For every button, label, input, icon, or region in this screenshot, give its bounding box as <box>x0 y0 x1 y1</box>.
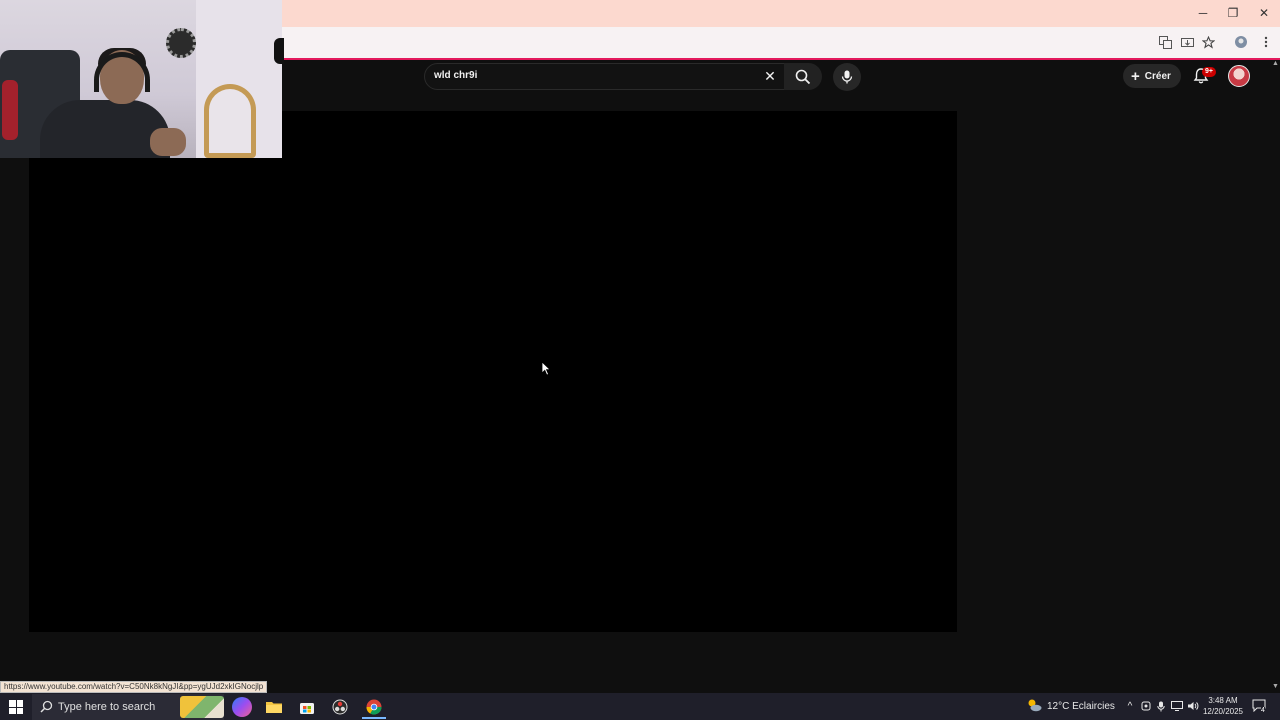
search-button[interactable] <box>784 63 822 90</box>
close-window-button[interactable]: ✕ <box>1249 4 1279 22</box>
minimize-button[interactable]: ─ <box>1188 4 1218 22</box>
microphone-tray-icon[interactable] <box>1155 701 1167 713</box>
clock-date: 12/20/2025 <box>1202 707 1244 716</box>
windows-start-icon[interactable] <box>9 700 23 714</box>
notification-count: 4 <box>1261 707 1265 714</box>
store-icon[interactable] <box>297 697 317 717</box>
file-explorer-icon[interactable] <box>264 697 284 717</box>
mirror-image <box>204 84 256 158</box>
clock-time: 3:48 AM <box>1208 696 1238 705</box>
translate-icon[interactable] <box>1157 34 1173 50</box>
active-app-indicator <box>362 717 386 719</box>
obs-icon[interactable] <box>330 697 350 717</box>
search-input[interactable] <box>424 63 786 90</box>
create-label: Créer <box>1144 70 1171 82</box>
network-icon[interactable] <box>1171 701 1183 713</box>
clear-search-icon[interactable]: ✕ <box>762 68 778 84</box>
search-query-text[interactable]: wld chr9i <box>434 70 477 81</box>
chevron-up-icon[interactable]: ^ <box>1124 701 1136 713</box>
tray-app-icon[interactable] <box>1140 701 1152 713</box>
copilot-icon[interactable] <box>232 697 252 717</box>
video-player[interactable] <box>29 111 957 632</box>
extension-icon[interactable] <box>1233 34 1249 50</box>
restore-button[interactable]: ❐ <box>1218 4 1248 22</box>
wall-clock-image <box>166 28 196 58</box>
weather-icon[interactable] <box>1026 698 1042 714</box>
chrome-icon[interactable] <box>364 697 384 717</box>
system-clock[interactable]: 3:48 AM 12/20/2025 <box>1198 695 1248 717</box>
menu-icon[interactable] <box>1258 34 1274 50</box>
voice-search-button[interactable] <box>833 63 861 91</box>
scroll-up-icon[interactable]: ▲ <box>1271 60 1280 69</box>
plus-icon: + <box>1131 67 1140 85</box>
install-icon[interactable] <box>1179 34 1195 50</box>
create-button[interactable]: + Créer <box>1123 64 1181 88</box>
webcam-overlay <box>0 0 282 158</box>
notification-badge: 9+ <box>1202 67 1216 77</box>
search-icon <box>795 69 811 84</box>
search-highlight-image[interactable] <box>180 696 224 718</box>
taskbar-search-icon <box>40 700 54 714</box>
star-icon[interactable] <box>1200 34 1216 50</box>
notification-center-icon[interactable] <box>1252 699 1268 715</box>
weather-text[interactable]: 12°C Eclaircies <box>1047 701 1115 712</box>
scroll-down-icon[interactable]: ▼ <box>1271 683 1280 692</box>
account-avatar[interactable] <box>1228 65 1250 87</box>
link-status-url: https://www.youtube.com/watch?v=C50Nk8kN… <box>0 681 268 693</box>
mouse-cursor-icon <box>541 361 552 381</box>
overlay-edge <box>274 38 284 64</box>
microphone-icon <box>841 70 853 84</box>
